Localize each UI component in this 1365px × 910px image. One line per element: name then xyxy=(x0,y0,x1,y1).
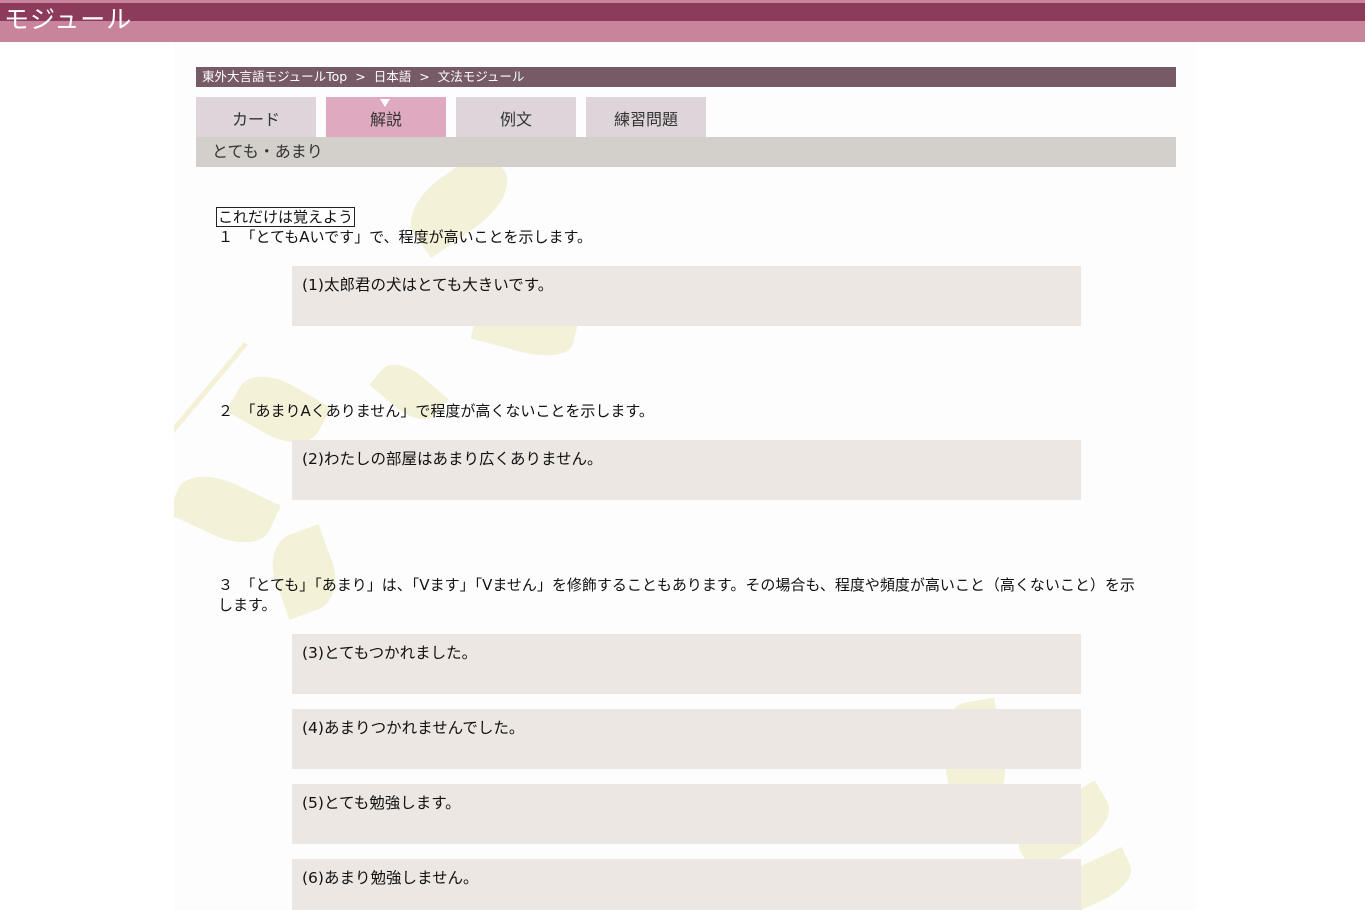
example-sentence-3: (3)とてもつかれました。 xyxy=(292,634,1081,694)
tab-label: カード xyxy=(231,110,280,129)
tab-label: 例文 xyxy=(499,110,532,129)
breadcrumb-link-japanese[interactable]: 日本語 xyxy=(374,67,412,87)
stem-decoration xyxy=(174,342,248,606)
tab-examples[interactable]: 例文 xyxy=(456,97,576,137)
breadcrumb-link-top[interactable]: 東外大言語モジュールTop xyxy=(202,67,347,87)
tab-exercises[interactable]: 練習問題 xyxy=(586,97,706,137)
tab-label: 練習問題 xyxy=(613,110,678,129)
grammar-title: とても・あまり xyxy=(212,142,323,161)
breadcrumb-separator: > xyxy=(419,69,430,84)
tab-explanation[interactable]: 解説 xyxy=(326,97,446,137)
active-tab-marker-icon xyxy=(380,99,390,107)
leaf-decoration xyxy=(174,463,281,556)
tab-card[interactable]: カード xyxy=(196,97,316,137)
top-header-bar: モジュール xyxy=(0,0,1365,42)
explanation-point-1: １ 「とてもAいです」で、程度が高いことを示します。 xyxy=(218,228,593,246)
example-sentence-1: (1)太郎君の犬はとても大きいです。 xyxy=(292,266,1081,326)
example-sentence-4: (4)あまりつかれませんでした。 xyxy=(292,709,1081,769)
example-sentence-6: (6)あまり勉強しません。 xyxy=(292,859,1081,910)
example-sentence-2: (2)わたしの部屋はあまり広くありません。 xyxy=(292,440,1081,500)
breadcrumb-separator: > xyxy=(355,69,366,84)
example-sentence-5: (5)とても勉強します。 xyxy=(292,784,1081,844)
top-header-stripe xyxy=(0,3,1365,21)
grammar-title-bar: とても・あまり xyxy=(196,137,1176,167)
memorize-label: これだけは覚えよう xyxy=(216,207,356,227)
site-title: モジュール xyxy=(4,5,133,34)
breadcrumb-current-grammar[interactable]: 文法モジュール xyxy=(438,67,525,87)
explanation-point-3: ３ 「とても」「あまり」は、「Vます」「Vません」を修飾することもあります。その… xyxy=(218,576,1135,614)
explanation-point-2: ２ 「あまりAくありません」で程度が高くないことを示します。 xyxy=(218,402,654,420)
breadcrumb: 東外大言語モジュールTop > 日本語 > 文法モジュール xyxy=(196,67,1176,87)
tab-label: 解説 xyxy=(369,110,402,129)
